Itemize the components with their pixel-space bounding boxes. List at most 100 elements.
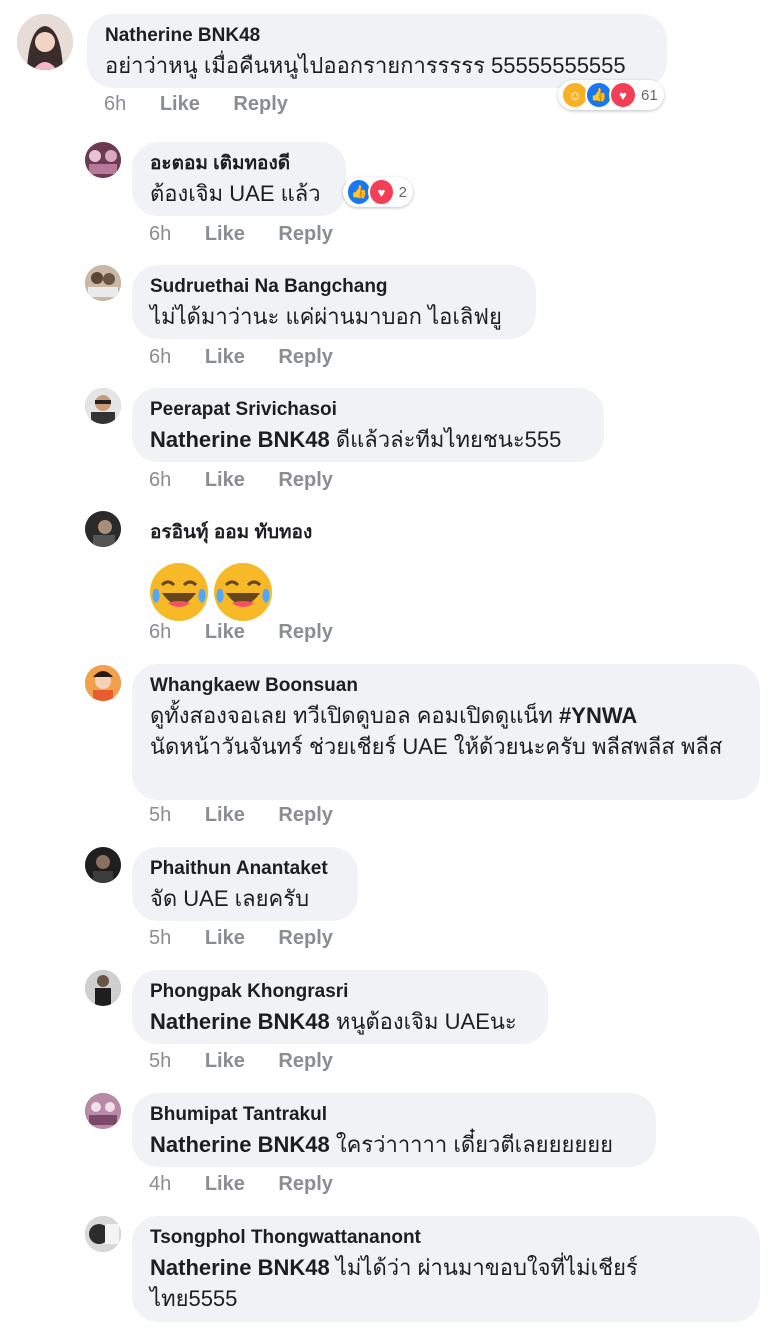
commenter-name[interactable]: Whangkaew Boonsuan bbox=[150, 674, 742, 698]
comment-actions: 6h Like Reply bbox=[149, 223, 361, 246]
comment: Sudruethai Na Bangchang ไม่ได้มาว่านะ แค… bbox=[0, 248, 771, 371]
comment: Whangkaew Boonsuan ดูทั้งสองจอเลย ทวีเปิ… bbox=[0, 664, 771, 847]
reply-button[interactable]: Reply bbox=[278, 469, 332, 492]
like-button[interactable]: Like bbox=[205, 469, 245, 492]
avatar[interactable] bbox=[85, 1216, 121, 1252]
comment-actions: 4h Like Reply bbox=[149, 1173, 361, 1196]
comment: อะตอม เติมทองดี ต้องเจิม UAE แล้ว 👍 ♥ 2 … bbox=[0, 125, 771, 248]
comment-text: Natherine BNK48 ไม่ได้ว่า ผ่านมาขอบใจที่… bbox=[150, 1252, 690, 1314]
commenter-name[interactable]: Phongpak Khongrasri bbox=[150, 980, 530, 1004]
comment-time: 5h bbox=[149, 1050, 172, 1072]
avatar[interactable] bbox=[17, 14, 73, 70]
commenter-name[interactable]: อรอินทุ์ ออม ทับทอง bbox=[150, 521, 414, 545]
tears-of-joy-icon bbox=[214, 563, 273, 621]
comment-text: ดูทั้งสองจอเลย ทวีเปิดดูบอล คอมเปิดดูแน็… bbox=[150, 700, 742, 762]
avatar[interactable] bbox=[85, 265, 121, 301]
comment-bubble: Peerapat Srivichasoi Natherine BNK48 ดีแ… bbox=[132, 388, 604, 462]
commenter-name[interactable]: Peerapat Srivichasoi bbox=[150, 398, 586, 422]
comment-text-body: หนูต้องเจิม UAEนะ bbox=[329, 1009, 517, 1034]
comment-actions: 6h Like Reply bbox=[149, 469, 361, 492]
comment: อรอินทุ์ ออม ทับทอง 6h Like Reply bbox=[0, 494, 771, 664]
comment-actions: 6h Like Reply bbox=[149, 346, 361, 369]
hashtag-link[interactable]: #YNWA bbox=[559, 703, 637, 728]
avatar[interactable] bbox=[85, 142, 121, 178]
commenter-name[interactable]: Bhumipat Tantrakul bbox=[150, 1103, 638, 1127]
avatar[interactable] bbox=[85, 388, 121, 424]
reply-button[interactable]: Reply bbox=[278, 621, 332, 644]
mention-link[interactable]: Natherine BNK48 bbox=[150, 1132, 330, 1157]
comment-actions: 5h Like Reply bbox=[149, 804, 361, 827]
comment-actions: 5h Like Reply bbox=[149, 927, 361, 950]
tears-of-joy-icon bbox=[150, 563, 208, 621]
reply-button[interactable]: Reply bbox=[278, 346, 332, 369]
comment: Bhumipat Tantrakul Natherine BNK48 ใครว่… bbox=[0, 1093, 771, 1216]
like-button[interactable]: Like bbox=[205, 223, 245, 246]
love-icon: ♥ bbox=[609, 81, 637, 109]
comment-text: ไม่ได้มาว่านะ แค่ผ่านมาบอก ไอเลิฟยู bbox=[150, 304, 502, 329]
comment-text-rest: นัดหน้าวันจันทร์ ช่วยเชียร์ UAE ให้ด้วยน… bbox=[150, 734, 723, 759]
comment: Peerapat Srivichasoi Natherine BNK48 ดีแ… bbox=[0, 371, 771, 494]
comment-time: 6h bbox=[149, 469, 172, 491]
comment-text-body: ดีแล้วล่ะทีมไทยชนะ555 bbox=[329, 427, 562, 452]
comment-time: 6h bbox=[149, 621, 172, 643]
comment: Natherine BNK48 อย่าว่าหนู เมื่อคืนหนูไป… bbox=[0, 0, 771, 125]
like-button[interactable]: Like bbox=[205, 621, 245, 644]
comment-time: 6h bbox=[149, 223, 172, 245]
comment: Tsongphol Thongwattananont Natherine BNK… bbox=[0, 1216, 771, 1328]
like-button[interactable]: Like bbox=[205, 346, 245, 369]
comment-text: Natherine BNK48 ดีแล้วล่ะทีมไทยชนะ555 bbox=[150, 424, 586, 455]
commenter-name[interactable]: Tsongphol Thongwattananont bbox=[150, 1226, 742, 1250]
reaction-count: 61 bbox=[641, 86, 658, 104]
comment-bubble: Phongpak Khongrasri Natherine BNK48 หนูต… bbox=[132, 970, 548, 1044]
comment: Phongpak Khongrasri Natherine BNK48 หนูต… bbox=[0, 970, 771, 1093]
like-button[interactable]: Like bbox=[205, 1173, 245, 1196]
mention-link[interactable]: Natherine BNK48 bbox=[150, 1255, 330, 1280]
comment-text-body: ใครว่าาาาา เดี๋ยวตีเลยยยยยย bbox=[329, 1132, 614, 1157]
commenter-name[interactable]: อะตอม เติมทองดี bbox=[150, 152, 328, 176]
like-button[interactable]: Like bbox=[205, 1050, 245, 1073]
avatar[interactable] bbox=[85, 970, 121, 1006]
comment-text: Natherine BNK48 หนูต้องเจิม UAEนะ bbox=[150, 1006, 530, 1037]
comment-text: จัด UAE เลยครับ bbox=[150, 886, 310, 911]
reply-button[interactable]: Reply bbox=[278, 804, 332, 827]
reply-button[interactable]: Reply bbox=[233, 93, 287, 116]
avatar[interactable] bbox=[85, 511, 121, 547]
comment-bubble: Bhumipat Tantrakul Natherine BNK48 ใครว่… bbox=[132, 1093, 656, 1167]
avatar[interactable] bbox=[85, 847, 121, 883]
comment-time: 6h bbox=[104, 93, 127, 115]
comment-time: 6h bbox=[149, 346, 172, 368]
comment-text: อย่าว่าหนู เมื่อคืนหนูไปออกรายการรรรร 55… bbox=[105, 53, 626, 78]
comment-time: 4h bbox=[149, 1173, 172, 1195]
commenter-name[interactable]: Natherine BNK48 bbox=[105, 24, 649, 48]
comment-bubble: Sudruethai Na Bangchang ไม่ได้มาว่านะ แค… bbox=[132, 265, 536, 339]
comment-bubble: Whangkaew Boonsuan ดูทั้งสองจอเลย ทวีเปิ… bbox=[132, 664, 760, 800]
comment-bubble: Tsongphol Thongwattananont Natherine BNK… bbox=[132, 1216, 760, 1322]
comment: Phaithun Anantaket จัด UAE เลยครับ 5h Li… bbox=[0, 847, 771, 970]
comment-text: Natherine BNK48 ใครว่าาาาา เดี๋ยวตีเลยยย… bbox=[150, 1129, 638, 1160]
comment-time: 5h bbox=[149, 927, 172, 949]
commenter-name[interactable]: Phaithun Anantaket bbox=[150, 857, 340, 881]
avatar[interactable] bbox=[85, 665, 121, 701]
reply-button[interactable]: Reply bbox=[278, 927, 332, 950]
avatar[interactable] bbox=[85, 1093, 121, 1129]
mention-link[interactable]: Natherine BNK48 bbox=[150, 427, 330, 452]
comment-bubble: Phaithun Anantaket จัด UAE เลยครับ bbox=[132, 847, 358, 921]
like-button[interactable]: Like bbox=[160, 93, 200, 116]
comment-text: ต้องเจิม UAE แล้ว bbox=[150, 181, 321, 206]
reactions-summary[interactable]: 👍 ♥ 2 bbox=[343, 177, 413, 207]
reply-button[interactable]: Reply bbox=[278, 223, 332, 246]
comment-text-line1: ดูทั้งสองจอเลย ทวีเปิดดูบอล คอมเปิดดูแน็… bbox=[150, 703, 560, 728]
like-button[interactable]: Like bbox=[205, 804, 245, 827]
comment-bubble: อรอินทุ์ ออม ทับทอง bbox=[132, 511, 432, 621]
like-button[interactable]: Like bbox=[205, 927, 245, 950]
reply-button[interactable]: Reply bbox=[278, 1173, 332, 1196]
mention-link[interactable]: Natherine BNK48 bbox=[150, 1009, 330, 1034]
comment-bubble: อะตอม เติมทองดี ต้องเจิม UAE แล้ว bbox=[132, 142, 346, 216]
reactions-summary[interactable]: ☺ 👍 ♥ 61 bbox=[558, 80, 664, 110]
love-icon: ♥ bbox=[368, 178, 395, 206]
reply-button[interactable]: Reply bbox=[278, 1050, 332, 1073]
comment-bubble: Natherine BNK48 อย่าว่าหนู เมื่อคืนหนูไป… bbox=[87, 14, 667, 88]
comment-actions: 6h Like Reply bbox=[104, 93, 316, 116]
commenter-name[interactable]: Sudruethai Na Bangchang bbox=[150, 275, 518, 299]
comment-actions: 6h Like Reply bbox=[149, 621, 361, 644]
